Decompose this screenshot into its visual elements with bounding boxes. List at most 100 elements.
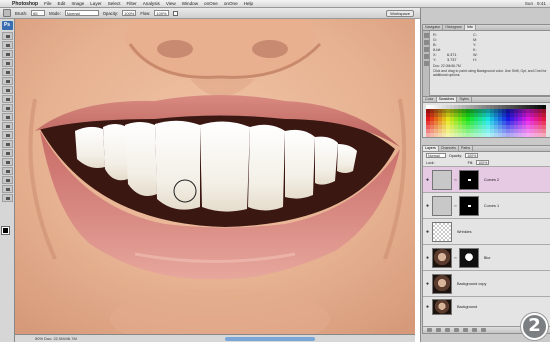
tab-color[interactable]: Color <box>423 97 437 102</box>
swatch-grid[interactable] <box>423 103 550 139</box>
dodge-tool[interactable] <box>1 140 13 148</box>
tab-info[interactable]: Info <box>464 25 476 30</box>
new-layer-icon[interactable] <box>472 328 477 332</box>
mask-thumbnail[interactable] <box>458 247 479 268</box>
mode-select[interactable]: Normal <box>64 10 99 16</box>
pen-tool[interactable] <box>1 149 13 157</box>
fill-field[interactable]: 100% <box>476 160 490 165</box>
menu-select[interactable]: Select <box>108 1 121 6</box>
layer-row[interactable]: ● ∞ Curves 2 <box>423 166 550 192</box>
tab-layers[interactable]: Layers <box>423 146 439 151</box>
menu-onone-1[interactable]: onOne <box>204 1 218 6</box>
brush-label: Brush: <box>15 10 28 16</box>
menu-status-time: 9:41 <box>537 1 546 6</box>
foreground-color[interactable] <box>1 226 10 235</box>
menu-onone-2[interactable]: onOne <box>224 1 238 6</box>
healing-tool[interactable] <box>1 86 13 94</box>
menu-app[interactable]: Photoshop <box>12 1 38 7</box>
layers-panel: Layers Channels Paths Normal Opacity: 10… <box>422 145 550 334</box>
tab-swatches[interactable]: Swatches <box>436 97 458 102</box>
layer-blend-controls: Normal Opacity: 100% <box>423 152 550 159</box>
eye-icon[interactable]: ● <box>425 203 430 209</box>
chain-icon: ∞ <box>454 203 457 208</box>
swatches-panel: Color Swatches Styles <box>422 96 550 138</box>
airbrush-toggle[interactable] <box>172 10 178 16</box>
mask-thumbnail[interactable] <box>458 195 479 216</box>
history-brush-tool[interactable] <box>1 113 13 121</box>
layer-name: Wrinkles <box>457 229 472 234</box>
new-group-icon[interactable] <box>463 328 468 332</box>
layer-opacity-field[interactable]: 100% <box>465 153 479 158</box>
hand-tool[interactable] <box>1 185 13 193</box>
status-bar: 50% Doc: 22.0M/46.7M <box>15 334 415 342</box>
blend-mode-select[interactable]: Normal <box>426 153 446 158</box>
swatch[interactable] <box>542 133 546 137</box>
layer-name: Curves 1 <box>483 203 500 208</box>
tab-histogram[interactable]: Histogram <box>443 25 465 30</box>
link-layers-icon[interactable] <box>427 328 432 332</box>
menu-analysis[interactable]: Analysis <box>143 1 160 6</box>
flow-field[interactable]: 100% <box>154 10 169 16</box>
gradient-tool[interactable] <box>1 131 13 139</box>
layer-row[interactable]: ● ∞ Blur <box>423 244 550 270</box>
menu-image[interactable]: Image <box>71 1 84 6</box>
workspace-button[interactable]: Workspace <box>386 9 414 17</box>
crop-tool[interactable] <box>1 68 13 76</box>
move-tool[interactable] <box>1 32 13 40</box>
brush-icon[interactable] <box>3 9 11 17</box>
eye-icon[interactable]: ● <box>425 281 430 287</box>
adjustment-layer-icon[interactable] <box>454 328 459 332</box>
menu-window[interactable]: Window <box>182 1 198 6</box>
layer-style-icon[interactable] <box>436 328 441 332</box>
mask-thumbnail[interactable] <box>458 169 479 190</box>
info-tool-hint: Click and drag to paint using Background… <box>433 69 547 78</box>
layer-name: Background copy <box>457 281 487 286</box>
path-select-tool[interactable] <box>1 167 13 175</box>
zoom-tool[interactable] <box>1 194 13 202</box>
eye-icon[interactable]: ● <box>425 255 430 261</box>
menu-layer[interactable]: Layer <box>90 1 102 6</box>
eye-icon[interactable]: ● <box>425 177 430 183</box>
lasso-tool[interactable] <box>1 50 13 58</box>
eyedropper-tool[interactable] <box>1 77 13 85</box>
layer-row[interactable]: ● ∞ Curves 1 <box>423 192 550 218</box>
type-tool[interactable] <box>1 158 13 166</box>
menu-edit[interactable]: Edit <box>58 1 66 6</box>
menu-bar: Photoshop File Edit Image Layer Select F… <box>0 0 550 8</box>
shape-tool[interactable] <box>1 176 13 184</box>
layer-name: Background <box>457 304 478 309</box>
clone-stamp-tool[interactable] <box>1 104 13 112</box>
mode-label: Mode: <box>49 10 61 16</box>
layer-name: Curves 2 <box>483 177 500 182</box>
flow-label: Flow: <box>140 10 151 16</box>
layer-name: Blur <box>483 255 491 260</box>
brush-tool[interactable] <box>1 95 13 103</box>
trash-icon[interactable] <box>481 328 486 332</box>
menu-help[interactable]: Help <box>244 1 253 6</box>
add-mask-icon[interactable] <box>445 328 450 332</box>
tab-styles[interactable]: Styles <box>457 97 472 102</box>
menu-file[interactable]: File <box>44 1 51 6</box>
menu-filter[interactable]: Filter <box>127 1 137 6</box>
document-canvas[interactable] <box>15 19 415 334</box>
panel-dock: Navigator Histogram Info R: C: G: M: B: Y: … <box>420 8 550 342</box>
layer-thumbnail <box>432 298 452 315</box>
marquee-tool[interactable] <box>1 41 13 49</box>
layer-row[interactable]: ● Wrinkles <box>423 218 550 244</box>
ps-logo: Ps <box>1 21 13 30</box>
layer-row[interactable]: ● Background copy <box>423 270 550 296</box>
info-panel: Navigator Histogram Info R: C: G: M: B: Y: … <box>422 24 550 97</box>
eraser-tool[interactable] <box>1 122 13 130</box>
opacity-label: Opacity: <box>102 10 119 16</box>
brush-size-field[interactable]: 65 <box>31 10 46 16</box>
eye-icon[interactable]: ● <box>425 229 430 235</box>
options-bar: Brush: 65 Mode: Normal Opacity: 100% Flo… <box>0 8 420 19</box>
quick-select-tool[interactable] <box>1 59 13 67</box>
tab-channels[interactable]: Channels <box>439 146 459 151</box>
tab-navigator[interactable]: Navigator <box>423 25 444 30</box>
eye-icon[interactable]: ● <box>425 304 430 310</box>
opacity-field[interactable]: 100% <box>122 10 137 16</box>
horizontal-scrollbar[interactable] <box>225 337 315 341</box>
tab-paths[interactable]: Paths <box>459 146 474 151</box>
menu-view[interactable]: View <box>166 1 176 6</box>
